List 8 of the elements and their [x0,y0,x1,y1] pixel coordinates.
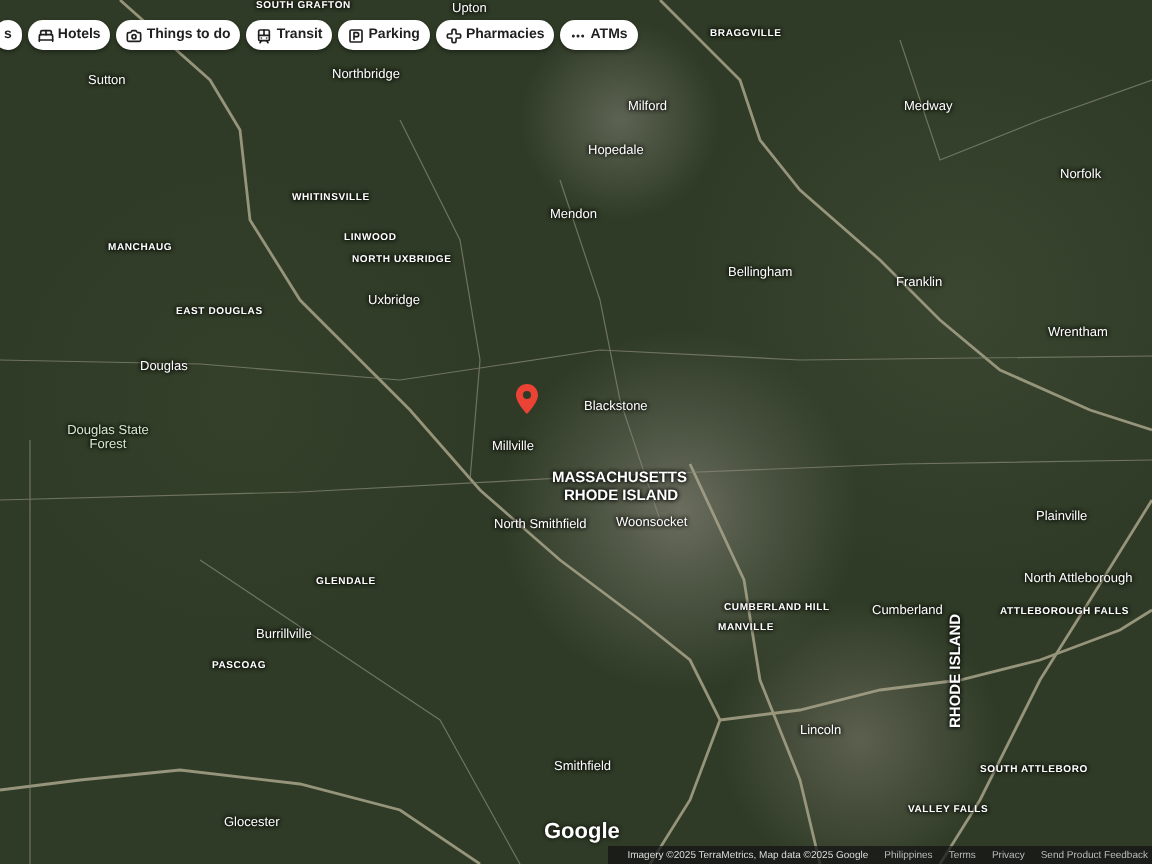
location-pin-icon[interactable] [516,384,538,414]
parking-sign-icon [348,27,365,43]
cross-icon [445,27,462,43]
bed-icon [37,27,54,43]
map-logo: Google [544,820,620,844]
satellite-map-drawing[interactable] [0,0,1152,864]
tram-icon [256,27,273,43]
camera-icon [126,27,143,43]
